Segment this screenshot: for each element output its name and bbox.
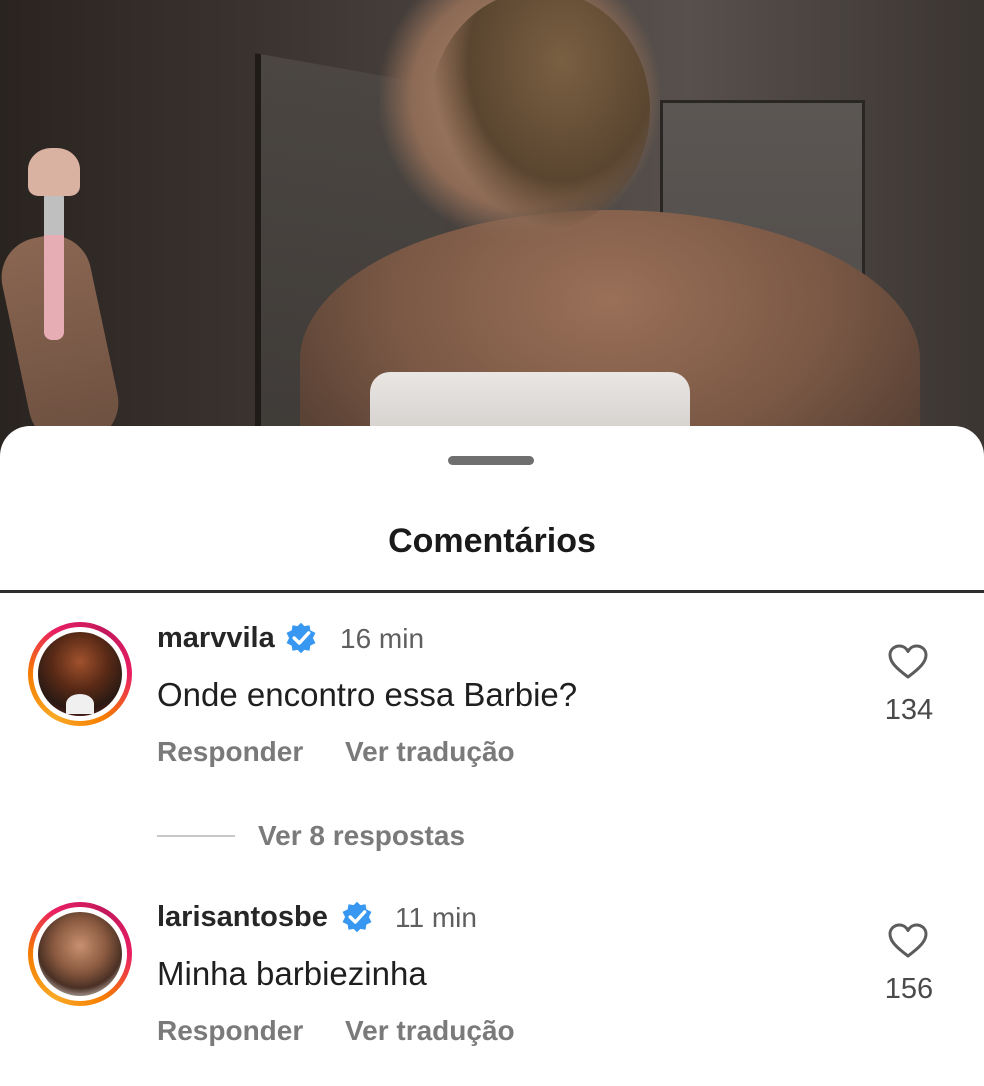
comment-item: larisantosbe 11 min Minha barbiezinha Re… [0,897,984,1057]
reply-button[interactable]: Responder [157,1015,303,1047]
like-count: 156 [884,973,934,1005]
comment-text: Minha barbiezinha [157,955,427,992]
like-count: 134 [884,694,934,726]
sheet-drag-handle[interactable] [448,456,534,465]
verified-badge-icon [342,901,372,933]
comment-time: 16 min [340,623,425,654]
comment-item: marvvila 16 min Onde encontro essa Barbi… [0,618,984,778]
heart-outline-icon[interactable] [888,923,928,959]
photo-hair [430,0,650,230]
comment-text: Onde encontro essa Barbie? [157,676,578,713]
translate-button[interactable]: Ver tradução [345,736,515,768]
photo-brush-handle [44,190,64,340]
avatar[interactable] [28,902,132,1006]
replies-divider-line [157,835,235,837]
post-photo [0,0,984,470]
heart-outline-icon[interactable] [888,644,928,680]
photo-brush-head [28,148,80,196]
translate-button[interactable]: Ver tradução [345,1015,515,1047]
sheet-title: Comentários [388,522,596,560]
avatar-image [38,912,122,996]
reply-button[interactable]: Responder [157,736,303,768]
view-replies-button[interactable]: Ver 8 respostas [258,820,465,852]
comment-time: 11 min [395,902,477,933]
comment-username[interactable]: marvvila [157,622,275,655]
avatar-image [38,632,122,716]
sheet-divider [0,590,984,593]
comment-username[interactable]: larisantosbe [157,901,328,934]
avatar[interactable] [28,622,132,726]
verified-badge-icon [286,622,316,654]
